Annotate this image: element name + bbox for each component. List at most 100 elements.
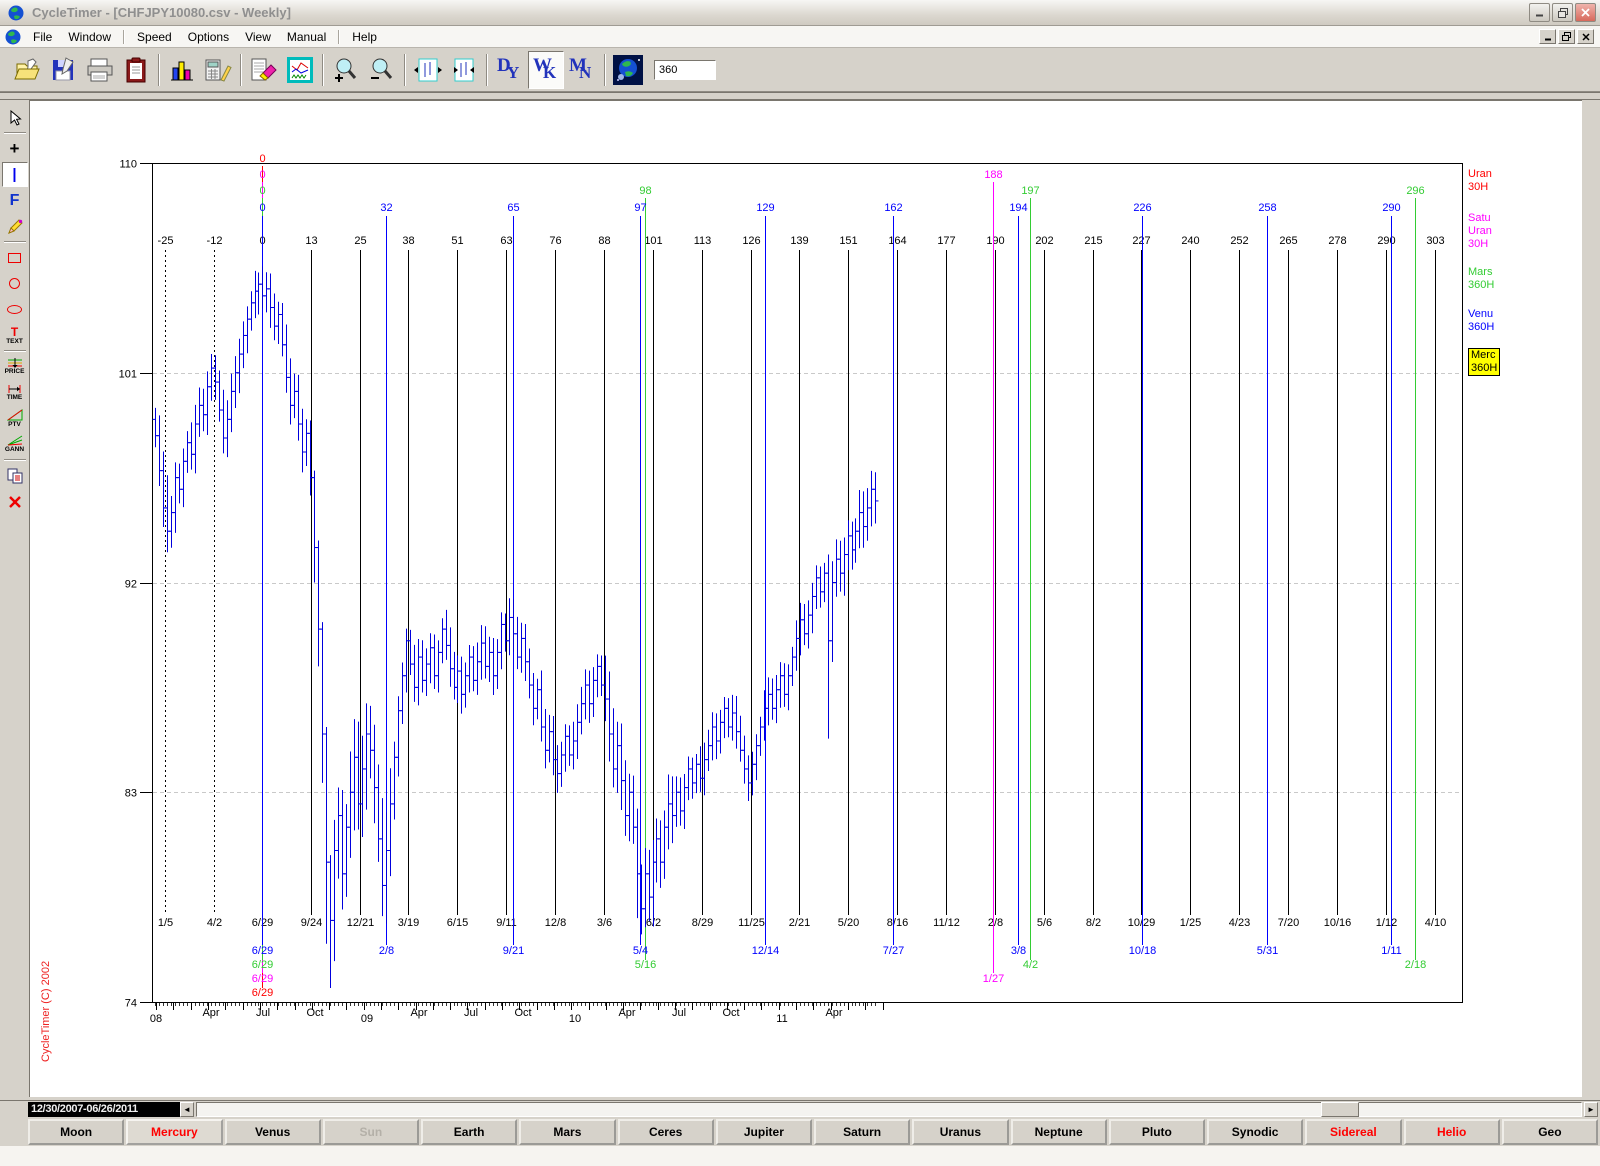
svg-text:151: 151 (839, 235, 857, 247)
svg-text:126: 126 (742, 235, 760, 247)
tab-mars[interactable]: Mars (519, 1119, 615, 1145)
tab-neptune[interactable]: Neptune (1011, 1119, 1107, 1145)
svg-text:2/8: 2/8 (988, 917, 1003, 929)
scrollbar-thumb[interactable] (1321, 1102, 1359, 1117)
legend-satu: Satu Uran 30H (1468, 212, 1492, 251)
svg-text:2/8: 2/8 (379, 945, 394, 957)
svg-text:97: 97 (634, 202, 646, 214)
tab-pluto[interactable]: Pluto (1109, 1119, 1205, 1145)
svg-text:113: 113 (694, 235, 712, 247)
svg-text:227: 227 (1132, 235, 1150, 247)
svg-text:215: 215 (1084, 235, 1102, 247)
svg-text:63: 63 (500, 235, 512, 247)
svg-text:12/21: 12/21 (347, 917, 375, 929)
scrollbar-track[interactable] (196, 1102, 1582, 1117)
svg-text:09: 09 (361, 1013, 373, 1025)
svg-text:92: 92 (125, 579, 137, 591)
svg-text:3/19: 3/19 (398, 917, 419, 929)
svg-text:3/6: 3/6 (597, 917, 612, 929)
svg-text:38: 38 (402, 235, 414, 247)
tab-moon[interactable]: Moon (28, 1119, 124, 1145)
svg-text:303: 303 (1426, 235, 1444, 247)
tab-sidereal[interactable]: Sidereal (1305, 1119, 1401, 1145)
svg-text:240: 240 (1181, 235, 1199, 247)
svg-text:10/29: 10/29 (1128, 917, 1156, 929)
svg-text:202: 202 (1035, 235, 1053, 247)
svg-text:0: 0 (259, 202, 265, 214)
legend-merc: Merc 360H (1468, 348, 1500, 376)
svg-text:252: 252 (1230, 235, 1248, 247)
tab-jupiter[interactable]: Jupiter (716, 1119, 812, 1145)
svg-text:3/8: 3/8 (1011, 945, 1026, 957)
svg-text:101: 101 (644, 235, 662, 247)
svg-text:Oct: Oct (722, 1007, 739, 1019)
svg-text:10/18: 10/18 (1129, 945, 1157, 957)
svg-text:Apr: Apr (825, 1007, 842, 1019)
svg-text:0: 0 (259, 169, 265, 181)
svg-text:265: 265 (1279, 235, 1297, 247)
tab-saturn[interactable]: Saturn (814, 1119, 910, 1145)
svg-text:13: 13 (305, 235, 317, 247)
svg-text:1/25: 1/25 (1180, 917, 1201, 929)
svg-text:76: 76 (549, 235, 561, 247)
svg-text:290: 290 (1377, 235, 1395, 247)
svg-text:Jul: Jul (672, 1007, 686, 1019)
svg-text:190: 190 (986, 235, 1004, 247)
svg-text:188: 188 (984, 169, 1002, 181)
svg-text:51: 51 (451, 235, 463, 247)
svg-text:1/5: 1/5 (158, 917, 173, 929)
svg-text:65: 65 (507, 202, 519, 214)
svg-text:4/2: 4/2 (1023, 959, 1038, 971)
svg-text:11/12: 11/12 (933, 917, 960, 929)
legend-uran: Uran 30H (1468, 168, 1492, 194)
svg-text:4/2: 4/2 (207, 917, 222, 929)
legend-mars: Mars 360H (1468, 266, 1494, 292)
svg-text:101: 101 (119, 369, 137, 381)
svg-text:5/20: 5/20 (838, 917, 859, 929)
svg-text:-25: -25 (158, 235, 174, 247)
chart-svg[interactable]: 110101928374-251/5-124/206/29139/242512/… (0, 0, 1600, 1166)
tab-geo[interactable]: Geo (1502, 1119, 1598, 1145)
svg-text:6/15: 6/15 (447, 917, 468, 929)
svg-text:4/10: 4/10 (1425, 917, 1446, 929)
svg-text:32: 32 (380, 202, 392, 214)
tab-synodic[interactable]: Synodic (1207, 1119, 1303, 1145)
svg-text:8/29: 8/29 (692, 917, 713, 929)
tab-helio[interactable]: Helio (1404, 1119, 1500, 1145)
svg-text:0: 0 (259, 185, 265, 197)
scroll-right-button[interactable]: ► (1584, 1102, 1598, 1117)
tab-sun[interactable]: Sun (323, 1119, 419, 1145)
date-range-label: 12/30/2007-06/26/2011 (28, 1102, 180, 1117)
tab-uranus[interactable]: Uranus (912, 1119, 1008, 1145)
svg-text:2/18: 2/18 (1405, 959, 1426, 971)
svg-text:25: 25 (354, 235, 366, 247)
svg-text:278: 278 (1328, 235, 1346, 247)
bottom-strip (0, 1146, 1600, 1166)
scroll-left-button[interactable]: ◄ (180, 1102, 194, 1117)
svg-text:83: 83 (125, 788, 137, 800)
copyright-text: CycleTimer (C) 2002 (40, 961, 52, 1062)
svg-text:Oct: Oct (306, 1007, 323, 1019)
tab-mercury[interactable]: Mercury (126, 1119, 222, 1145)
svg-text:Jul: Jul (256, 1007, 270, 1019)
svg-text:6/29: 6/29 (252, 987, 273, 999)
svg-text:110: 110 (119, 159, 137, 171)
tab-ceres[interactable]: Ceres (618, 1119, 714, 1145)
svg-text:98: 98 (639, 185, 651, 197)
svg-text:177: 177 (937, 235, 955, 247)
svg-text:1/27: 1/27 (983, 973, 1004, 985)
svg-text:258: 258 (1258, 202, 1276, 214)
svg-text:11/25: 11/25 (738, 917, 765, 929)
svg-text:296: 296 (1406, 185, 1424, 197)
svg-text:1/11: 1/11 (1381, 945, 1402, 957)
svg-text:Oct: Oct (514, 1007, 531, 1019)
svg-text:10/16: 10/16 (1324, 917, 1352, 929)
svg-text:12/14: 12/14 (752, 945, 780, 957)
legend-venu: Venu 360H (1468, 308, 1494, 334)
svg-text:9/21: 9/21 (503, 945, 524, 957)
svg-text:7/20: 7/20 (1278, 917, 1299, 929)
tab-earth[interactable]: Earth (421, 1119, 517, 1145)
tab-venus[interactable]: Venus (225, 1119, 321, 1145)
svg-text:290: 290 (1382, 202, 1400, 214)
svg-text:5/16: 5/16 (635, 959, 656, 971)
